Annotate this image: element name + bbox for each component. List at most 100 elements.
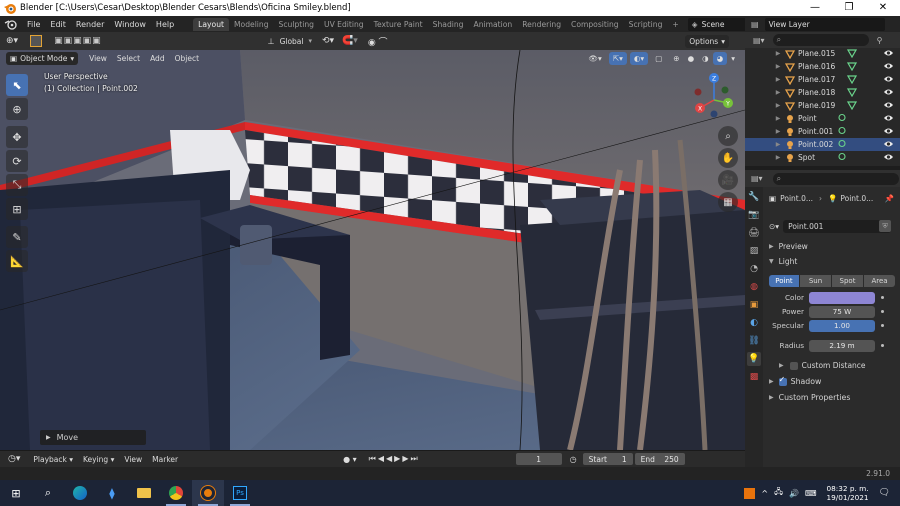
overlay-toggle-icon[interactable]: ◐▾ xyxy=(629,51,649,65)
transform-orientation-dropdown[interactable]: Global xyxy=(275,37,309,46)
visibility-eye-icon[interactable] xyxy=(883,87,894,97)
specular-keyframe-dot[interactable] xyxy=(881,324,884,327)
specular-field[interactable]: 1.00 xyxy=(809,319,875,332)
dropbox-app-button[interactable]: ⧫ xyxy=(96,480,128,506)
photoshop-app-button[interactable]: Ps xyxy=(224,480,256,506)
scale-tool-icon[interactable]: ⤡ xyxy=(6,174,28,196)
blender-menu-icon[interactable] xyxy=(4,18,18,30)
start-frame-field[interactable]: Start 1 xyxy=(582,453,633,465)
filter-icon[interactable]: ⚲ xyxy=(877,36,883,45)
visibility-eye-icon[interactable] xyxy=(883,113,894,123)
datablock-browse-icon[interactable]: ⊙▾ xyxy=(769,222,779,231)
tab-compositing[interactable]: Compositing xyxy=(566,18,624,31)
shading-rendered-icon[interactable]: ◕ xyxy=(712,51,728,65)
properties-search-input[interactable]: ⌕ xyxy=(772,172,899,185)
shading-wireframe-icon[interactable]: ⊕ xyxy=(669,52,683,65)
navigation-gizmo[interactable]: Z Y X xyxy=(688,70,740,122)
outliner-row[interactable]: ▶ Point.002 xyxy=(745,138,900,151)
menu-edit[interactable]: Edit xyxy=(45,20,71,29)
tab-scripting[interactable]: Scripting xyxy=(624,18,668,31)
visibility-icon[interactable]: 👁▾ xyxy=(585,52,606,65)
current-frame-field[interactable]: 1 xyxy=(515,453,562,465)
outliner-search-input[interactable]: ⌕ xyxy=(772,34,869,46)
maximize-button[interactable]: ❐ xyxy=(832,0,866,16)
minimize-button[interactable]: — xyxy=(798,0,832,16)
snap-icon[interactable]: 🧲▾ xyxy=(342,36,358,46)
scene-tab-icon[interactable]: ◔ xyxy=(747,262,761,276)
output-tab-icon[interactable]: 🖨 xyxy=(747,226,761,240)
power-keyframe-dot[interactable] xyxy=(881,310,884,313)
properties-editor-icon[interactable]: ▤▾ xyxy=(751,174,763,183)
tool-tab-icon[interactable]: 🔧 xyxy=(747,190,761,204)
expand-arrow-icon[interactable]: ▶ xyxy=(773,115,783,122)
outliner-display-mode-icon[interactable]: ▤▾ xyxy=(753,36,765,45)
viewport-menu-view[interactable]: View xyxy=(84,54,112,63)
mesh-data-icon[interactable] xyxy=(847,100,857,110)
visibility-eye-icon[interactable] xyxy=(883,61,894,71)
expand-arrow-icon[interactable]: ▶ xyxy=(773,128,783,135)
light-data-icon[interactable] xyxy=(837,126,847,136)
volume-icon[interactable]: 🔊 xyxy=(789,489,799,498)
object-tab-icon[interactable]: ▣ xyxy=(747,298,761,312)
menu-render[interactable]: Render xyxy=(71,20,109,29)
record-button-icon[interactable]: ● ▾ xyxy=(343,455,357,464)
outliner-row[interactable]: ▶ Spot xyxy=(745,151,900,164)
rotate-tool-icon[interactable]: ⟳ xyxy=(6,150,28,172)
outliner-row[interactable]: ▶ Point.001 xyxy=(745,125,900,138)
timeline-editor-icon[interactable]: ◷▾ xyxy=(8,454,20,464)
tab-texture-paint[interactable]: Texture Paint xyxy=(369,18,428,31)
visibility-eye-icon[interactable] xyxy=(883,126,894,136)
expand-arrow-icon[interactable]: ▶ xyxy=(773,154,783,161)
light-panel-header[interactable]: ▼ Light xyxy=(763,254,900,268)
light-type-spot[interactable]: Spot xyxy=(832,274,863,287)
expand-arrow-icon[interactable]: ▶ xyxy=(773,89,783,96)
start-menu-button[interactable]: ⊞ xyxy=(0,480,32,506)
outliner-row[interactable]: ▶ Plane.016 xyxy=(745,60,900,73)
menu-help[interactable]: Help xyxy=(151,20,179,29)
zoom-icon[interactable]: ⌕ xyxy=(718,126,738,146)
tab-animation[interactable]: Animation xyxy=(469,18,518,31)
preview-range-icon[interactable]: ◷ xyxy=(570,455,577,464)
file-explorer-button[interactable] xyxy=(128,480,160,506)
custom-distance-checkbox[interactable] xyxy=(789,361,798,370)
radius-field[interactable]: 2.19 m xyxy=(809,339,875,352)
add-workspace-button[interactable]: + xyxy=(667,18,683,31)
timeline-menu-marker[interactable]: Marker xyxy=(147,455,183,464)
tab-modeling[interactable]: Modeling xyxy=(229,18,274,31)
texture-tab-icon[interactable]: ▩ xyxy=(747,370,761,384)
timeline-menu-view[interactable]: View xyxy=(119,455,147,464)
outliner-row[interactable]: ▶ Plane.015 xyxy=(745,48,900,60)
select-mode-icons[interactable]: ▣▣▣▣▣ xyxy=(54,36,102,46)
network-icon[interactable]: 🖧 xyxy=(774,486,783,500)
timeline-menu-keying[interactable]: Keying ▾ xyxy=(78,455,119,464)
shadow-checkbox[interactable] xyxy=(778,375,787,386)
pin-icon[interactable]: 📌 xyxy=(885,194,894,203)
shading-options-chevron-icon[interactable]: ▾ xyxy=(727,52,739,65)
light-data-icon[interactable] xyxy=(837,139,847,149)
mesh-data-icon[interactable] xyxy=(847,74,857,84)
outliner-row[interactable]: ▶ Plane.019 xyxy=(745,99,900,112)
shading-material-icon[interactable]: ◑ xyxy=(698,52,713,65)
options-dropdown[interactable]: Options ▾ xyxy=(685,34,729,48)
expand-arrow-icon[interactable]: ▶ xyxy=(773,102,783,109)
tab-sculpting[interactable]: Sculpting xyxy=(274,18,319,31)
light-type-point[interactable]: Point xyxy=(769,274,799,287)
outliner-row[interactable]: ▶ Plane.018 xyxy=(745,86,900,99)
playback-controls-icons[interactable]: ⏮◀◀▶▶⏭ xyxy=(369,454,420,464)
visibility-eye-icon[interactable] xyxy=(883,152,894,162)
datablock-name-field[interactable]: Point.001 ⛨ xyxy=(783,219,892,233)
world-tab-icon[interactable]: ◍ xyxy=(747,280,761,294)
visibility-eye-icon[interactable] xyxy=(883,48,894,58)
viewport-menu-add[interactable]: Add xyxy=(145,54,170,63)
power-field[interactable]: 75 W xyxy=(809,305,875,318)
notifications-icon[interactable]: 🗨 xyxy=(879,488,890,498)
timeline-menu-playback[interactable]: Playback ▾ xyxy=(28,455,78,464)
viewport-menu-select[interactable]: Select xyxy=(112,54,145,63)
show-hidden-icons-icon[interactable]: ^ xyxy=(761,489,768,498)
gizmo-toggle-icon[interactable]: ⇱▾ xyxy=(608,51,627,65)
mesh-data-icon[interactable] xyxy=(847,61,857,71)
close-button[interactable]: ✕ xyxy=(866,0,900,16)
light-data-icon[interactable] xyxy=(837,113,847,123)
camera-view-icon[interactable]: 🎥 xyxy=(718,170,738,190)
pan-hand-icon[interactable]: ✋ xyxy=(718,148,738,168)
